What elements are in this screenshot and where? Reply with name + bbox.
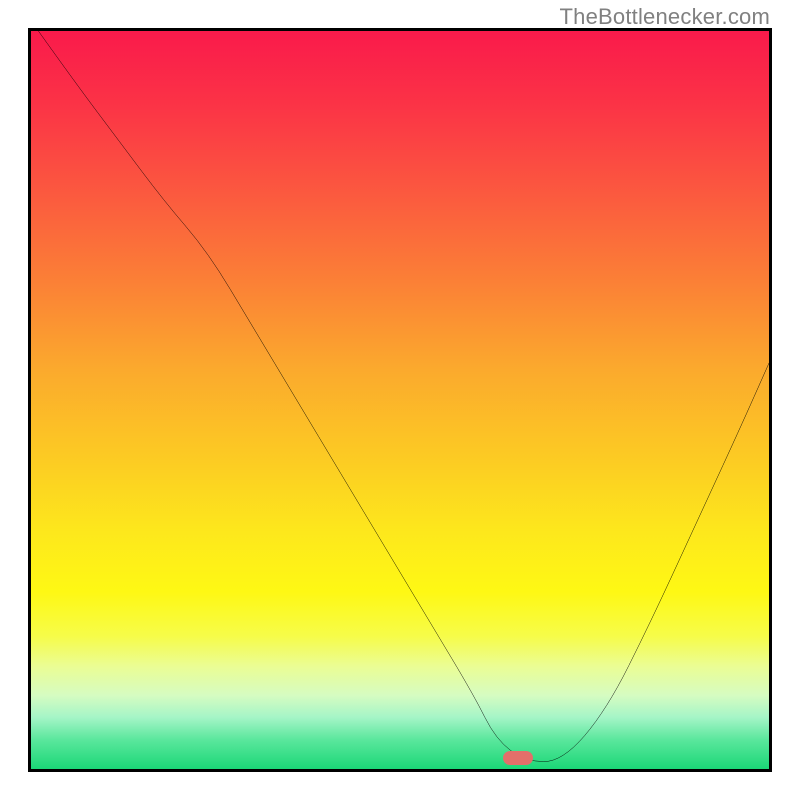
watermark-label: TheBottlenecker.com: [560, 4, 770, 30]
optimal-point-marker: [503, 751, 533, 765]
chart-frame: TheBottlenecker.com: [0, 0, 800, 800]
plot-area: [28, 28, 772, 772]
bottleneck-curve: [31, 31, 769, 769]
